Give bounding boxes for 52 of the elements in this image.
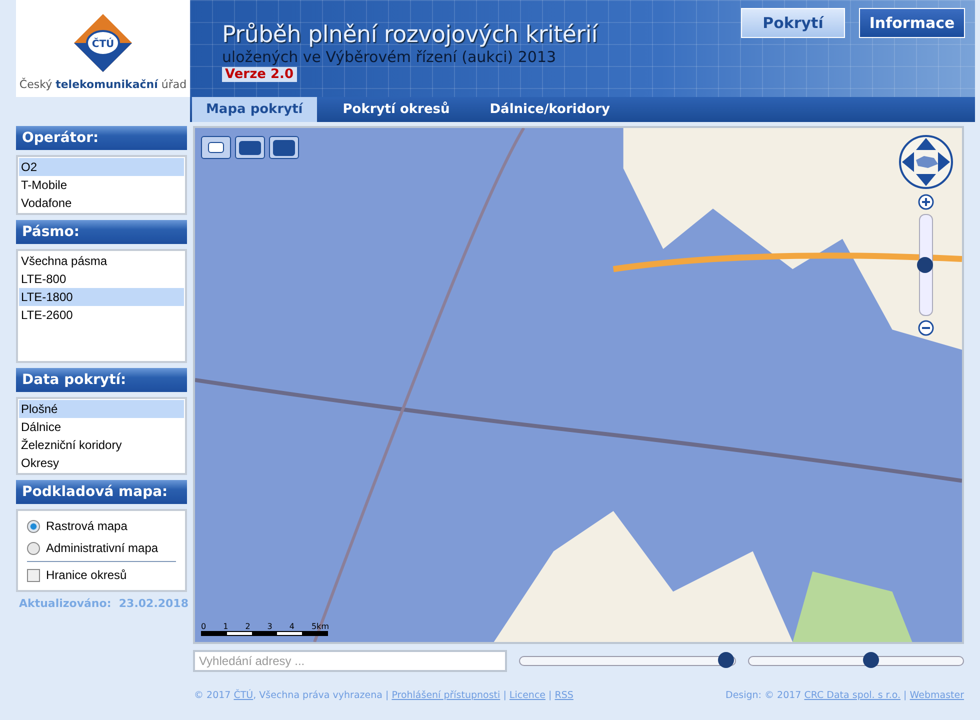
nav-tab[interactable]: Dálnice/koridory <box>476 97 624 122</box>
map-view[interactable]: 0 1 2 3 4 5km <box>193 126 964 644</box>
zoom-in-icon[interactable] <box>918 194 934 210</box>
list-item[interactable]: Všechna pásma <box>19 252 184 270</box>
checkbox[interactable] <box>27 568 40 582</box>
radio-button[interactable] <box>27 542 40 554</box>
panel-header: Data pokrytí: <box>16 368 187 392</box>
header-button[interactable]: Pokrytí <box>741 8 845 38</box>
map-view-button[interactable] <box>201 136 231 159</box>
list-item[interactable]: LTE-800 <box>19 270 184 288</box>
slider-thumb[interactable] <box>718 652 734 668</box>
radio-button[interactable] <box>27 520 40 532</box>
checkbox-label: Hranice okresů <box>46 568 127 582</box>
logo-icon: ČTÚ <box>72 12 134 74</box>
radio-label: Rastrová mapa <box>46 519 128 533</box>
page-subtitle: uložených ve Výběrovém řízení (aukci) 2013 <box>222 48 558 66</box>
list-item[interactable]: LTE-2600 <box>19 306 184 324</box>
zoom-slider[interactable] <box>919 214 933 316</box>
scale-label: 2 <box>245 622 250 631</box>
design-credit: Design: © 2017 CRC Data spol. s r.o. | Webmaster <box>726 690 964 701</box>
copyright-text: © 2017 ČTÚ, Všechna práva vyhrazena | Prohlášení přístupnosti | Licence | RSS <box>194 690 574 701</box>
scale-label: 0 <box>201 622 206 631</box>
map-view-button[interactable] <box>235 136 265 159</box>
address-search-field[interactable]: Vyhledání adresy ... <box>193 650 507 672</box>
panel-header: Pásmo: <box>16 220 187 244</box>
page-title: Průběh plnění rozvojových kritérií <box>222 22 598 48</box>
radio-label: Administrativní mapa <box>46 541 158 555</box>
list-item[interactable]: T-Mobile <box>19 176 184 194</box>
logo-caption: Český telekomunikační úřad <box>19 78 187 91</box>
list-item[interactable]: Dálnice <box>19 418 184 436</box>
list-item[interactable]: O2 <box>19 158 184 176</box>
nav-tab[interactable]: Pokrytí okresů <box>328 97 464 122</box>
scale-label: 1 <box>223 622 228 631</box>
map-view-button[interactable] <box>269 136 299 159</box>
panel-header: Podkladová mapa: <box>16 480 187 504</box>
panel-header: Operátor: <box>16 126 187 150</box>
zoom-thumb[interactable] <box>917 257 933 273</box>
slider-thumb[interactable] <box>862 652 879 668</box>
list-item[interactable]: Plošné <box>19 400 184 418</box>
zoom-out-icon[interactable] <box>918 320 934 336</box>
version-label: Verze 2.0 <box>222 67 297 82</box>
pan-control-icon[interactable] <box>898 134 954 190</box>
updated-date: Aktualizováno: 23.02.2018 <box>18 597 187 610</box>
header-button[interactable]: Informace <box>859 8 965 38</box>
scale-label: 3 <box>267 622 272 631</box>
list-item[interactable]: Vodafone <box>19 194 184 212</box>
list-item[interactable]: Okresy <box>19 454 184 472</box>
nav-tab[interactable]: Mapa pokrytí <box>192 97 317 122</box>
scale-label: 4 <box>289 622 294 631</box>
list-item[interactable]: Železniční koridory <box>19 436 184 454</box>
scale-label: 5km <box>311 622 329 631</box>
list-item[interactable]: LTE-1800 <box>19 288 184 306</box>
